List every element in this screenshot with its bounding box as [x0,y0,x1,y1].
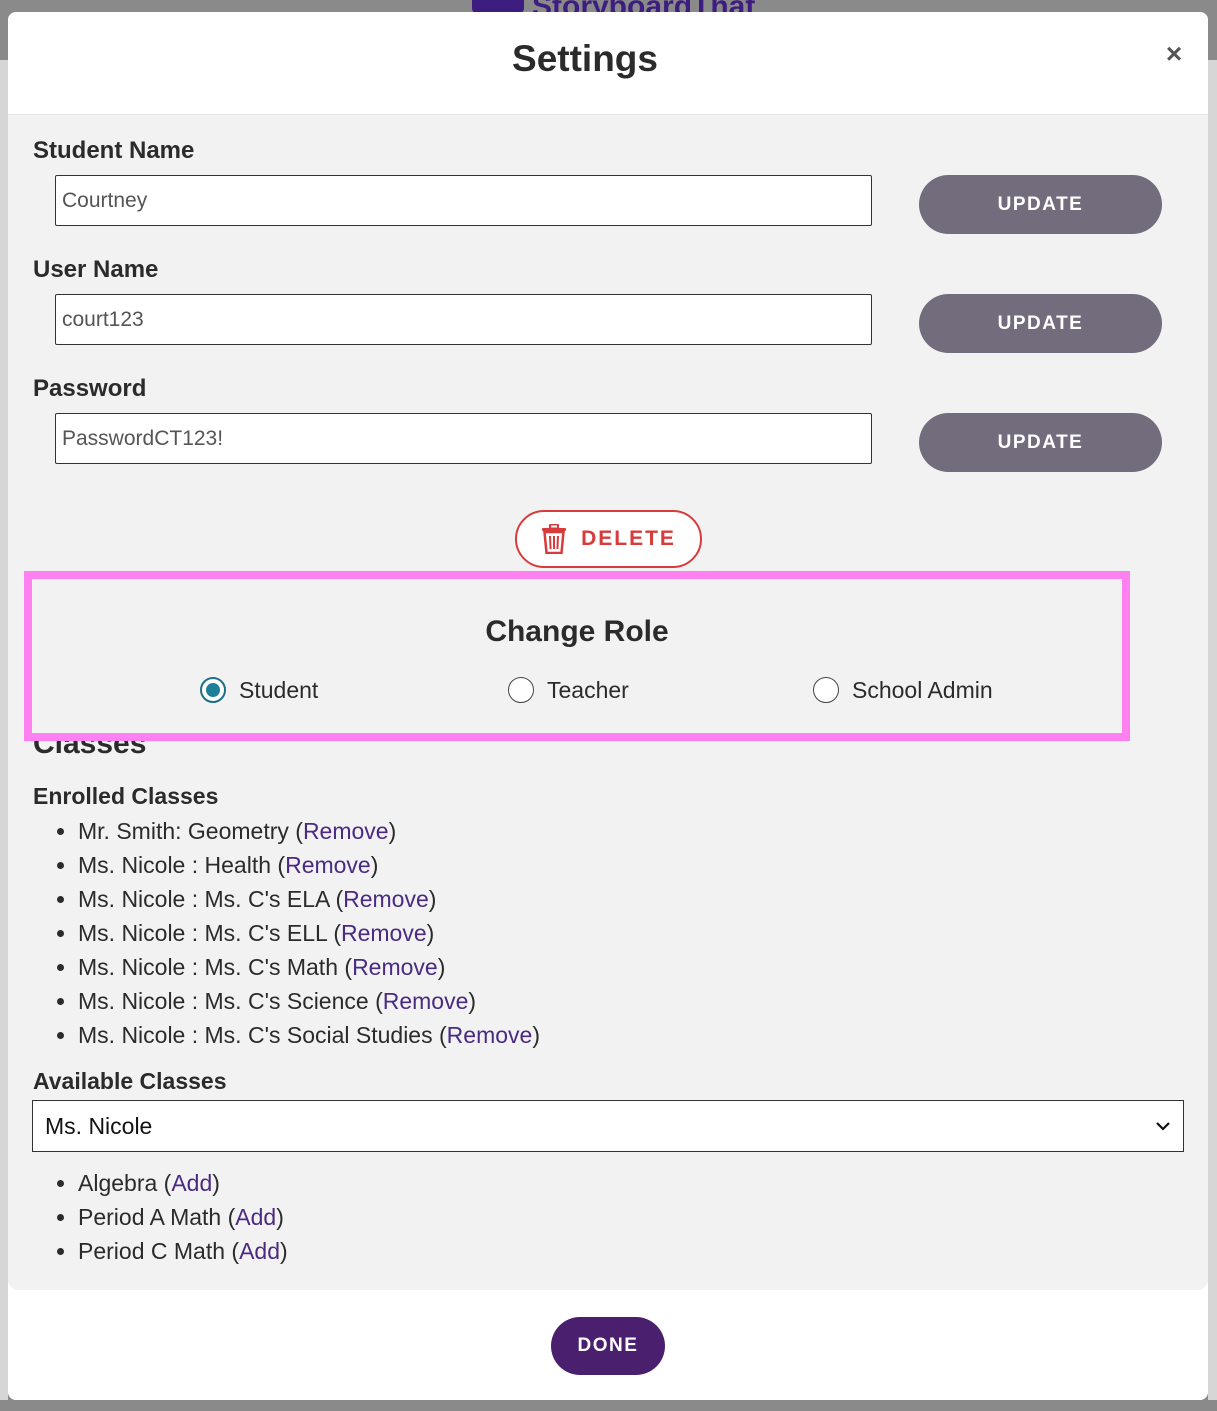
class-name: Ms. Nicole : Health [78,852,272,878]
enrolled-classes-list: Mr. Smith: Geometry (Remove) Ms. Nicole … [55,814,540,1052]
password-input[interactable] [55,413,872,464]
brand-name: StoryboardThat [532,0,755,14]
student-name-label: Student Name [33,137,195,164]
done-button[interactable]: DONE [551,1317,665,1375]
modal-footer: DONE [8,1291,1208,1400]
list-item: Ms. Nicole : Ms. C's Social Studies (Rem… [78,1018,540,1052]
list-item: Mr. Smith: Geometry (Remove) [78,814,540,848]
role-option-teacher[interactable]: Teacher [508,675,629,705]
role-label-teacher: Teacher [547,676,629,703]
list-item: Period A Math (Add) [78,1200,288,1234]
user-name-label: User Name [33,256,159,283]
remove-link[interactable]: Remove [352,954,438,980]
class-name: Period A Math [78,1204,222,1230]
role-label-student: Student [239,676,319,703]
role-option-school-admin[interactable]: School Admin [813,675,993,705]
background-page-right [1208,60,1217,1400]
modal-body: Student Name UPDATE User Name UPDATE Pas… [8,115,1208,1290]
enrolled-classes-heading: Enrolled Classes [33,783,219,809]
chevron-down-icon [1156,1122,1170,1131]
class-name: Ms. Nicole : Ms. C's Science [78,988,369,1014]
remove-link[interactable]: Remove [383,988,469,1014]
role-option-student[interactable]: Student [200,675,318,705]
remove-link[interactable]: Remove [303,818,389,844]
class-name: Mr. Smith: Geometry [78,818,289,844]
class-name: Ms. Nicole : Ms. C's ELA [78,886,330,912]
settings-modal: Settings × Student Name UPDATE User Name… [8,12,1208,1400]
modal-header: Settings × [8,12,1208,115]
delete-button[interactable]: DELETE [515,510,702,568]
list-item: Period C Math (Add) [78,1234,288,1268]
change-role-section: Change Role Student Teacher School Admin [24,571,1130,741]
background-page-left [0,60,8,1400]
teacher-select-value: Ms. Nicole [45,1112,153,1139]
add-link[interactable]: Add [235,1204,276,1230]
change-role-title: Change Role [485,615,669,648]
add-link[interactable]: Add [239,1238,280,1264]
password-label: Password [33,375,147,402]
modal-title: Settings [512,38,658,79]
class-name: Ms. Nicole : Ms. C's ELL [78,920,327,946]
radio-unchecked-icon[interactable] [508,677,534,703]
class-name: Algebra [78,1170,158,1196]
update-student-name-button[interactable]: UPDATE [919,175,1162,234]
remove-link[interactable]: Remove [343,886,429,912]
class-name: Ms. Nicole : Ms. C's Social Studies [78,1022,433,1048]
list-item: Ms. Nicole : Ms. C's ELA (Remove) [78,882,540,916]
update-password-button[interactable]: UPDATE [919,413,1162,472]
class-name: Ms. Nicole : Ms. C's Math [78,954,338,980]
close-icon[interactable]: × [1162,40,1186,68]
radio-checked-icon[interactable] [200,677,226,703]
remove-link[interactable]: Remove [285,852,371,878]
update-user-name-button[interactable]: UPDATE [919,294,1162,353]
list-item: Ms. Nicole : Health (Remove) [78,848,540,882]
available-classes-heading: Available Classes [33,1068,227,1094]
teacher-select[interactable]: Ms. Nicole [32,1100,1184,1152]
list-item: Ms. Nicole : Ms. C's ELL (Remove) [78,916,540,950]
student-name-input[interactable] [55,175,872,226]
trash-icon [542,524,567,554]
remove-link[interactable]: Remove [447,1022,533,1048]
user-name-input[interactable] [55,294,872,345]
class-name: Period C Math [78,1238,226,1264]
available-classes-list: Algebra (Add) Period A Math (Add) Period… [55,1166,288,1268]
remove-link[interactable]: Remove [341,920,427,946]
add-link[interactable]: Add [171,1170,212,1196]
list-item: Ms. Nicole : Ms. C's Science (Remove) [78,984,540,1018]
radio-unchecked-icon[interactable] [813,677,839,703]
role-label-school-admin: School Admin [852,676,993,703]
delete-label: DELETE [581,527,676,550]
list-item: Algebra (Add) [78,1166,288,1200]
list-item: Ms. Nicole : Ms. C's Math (Remove) [78,950,540,984]
